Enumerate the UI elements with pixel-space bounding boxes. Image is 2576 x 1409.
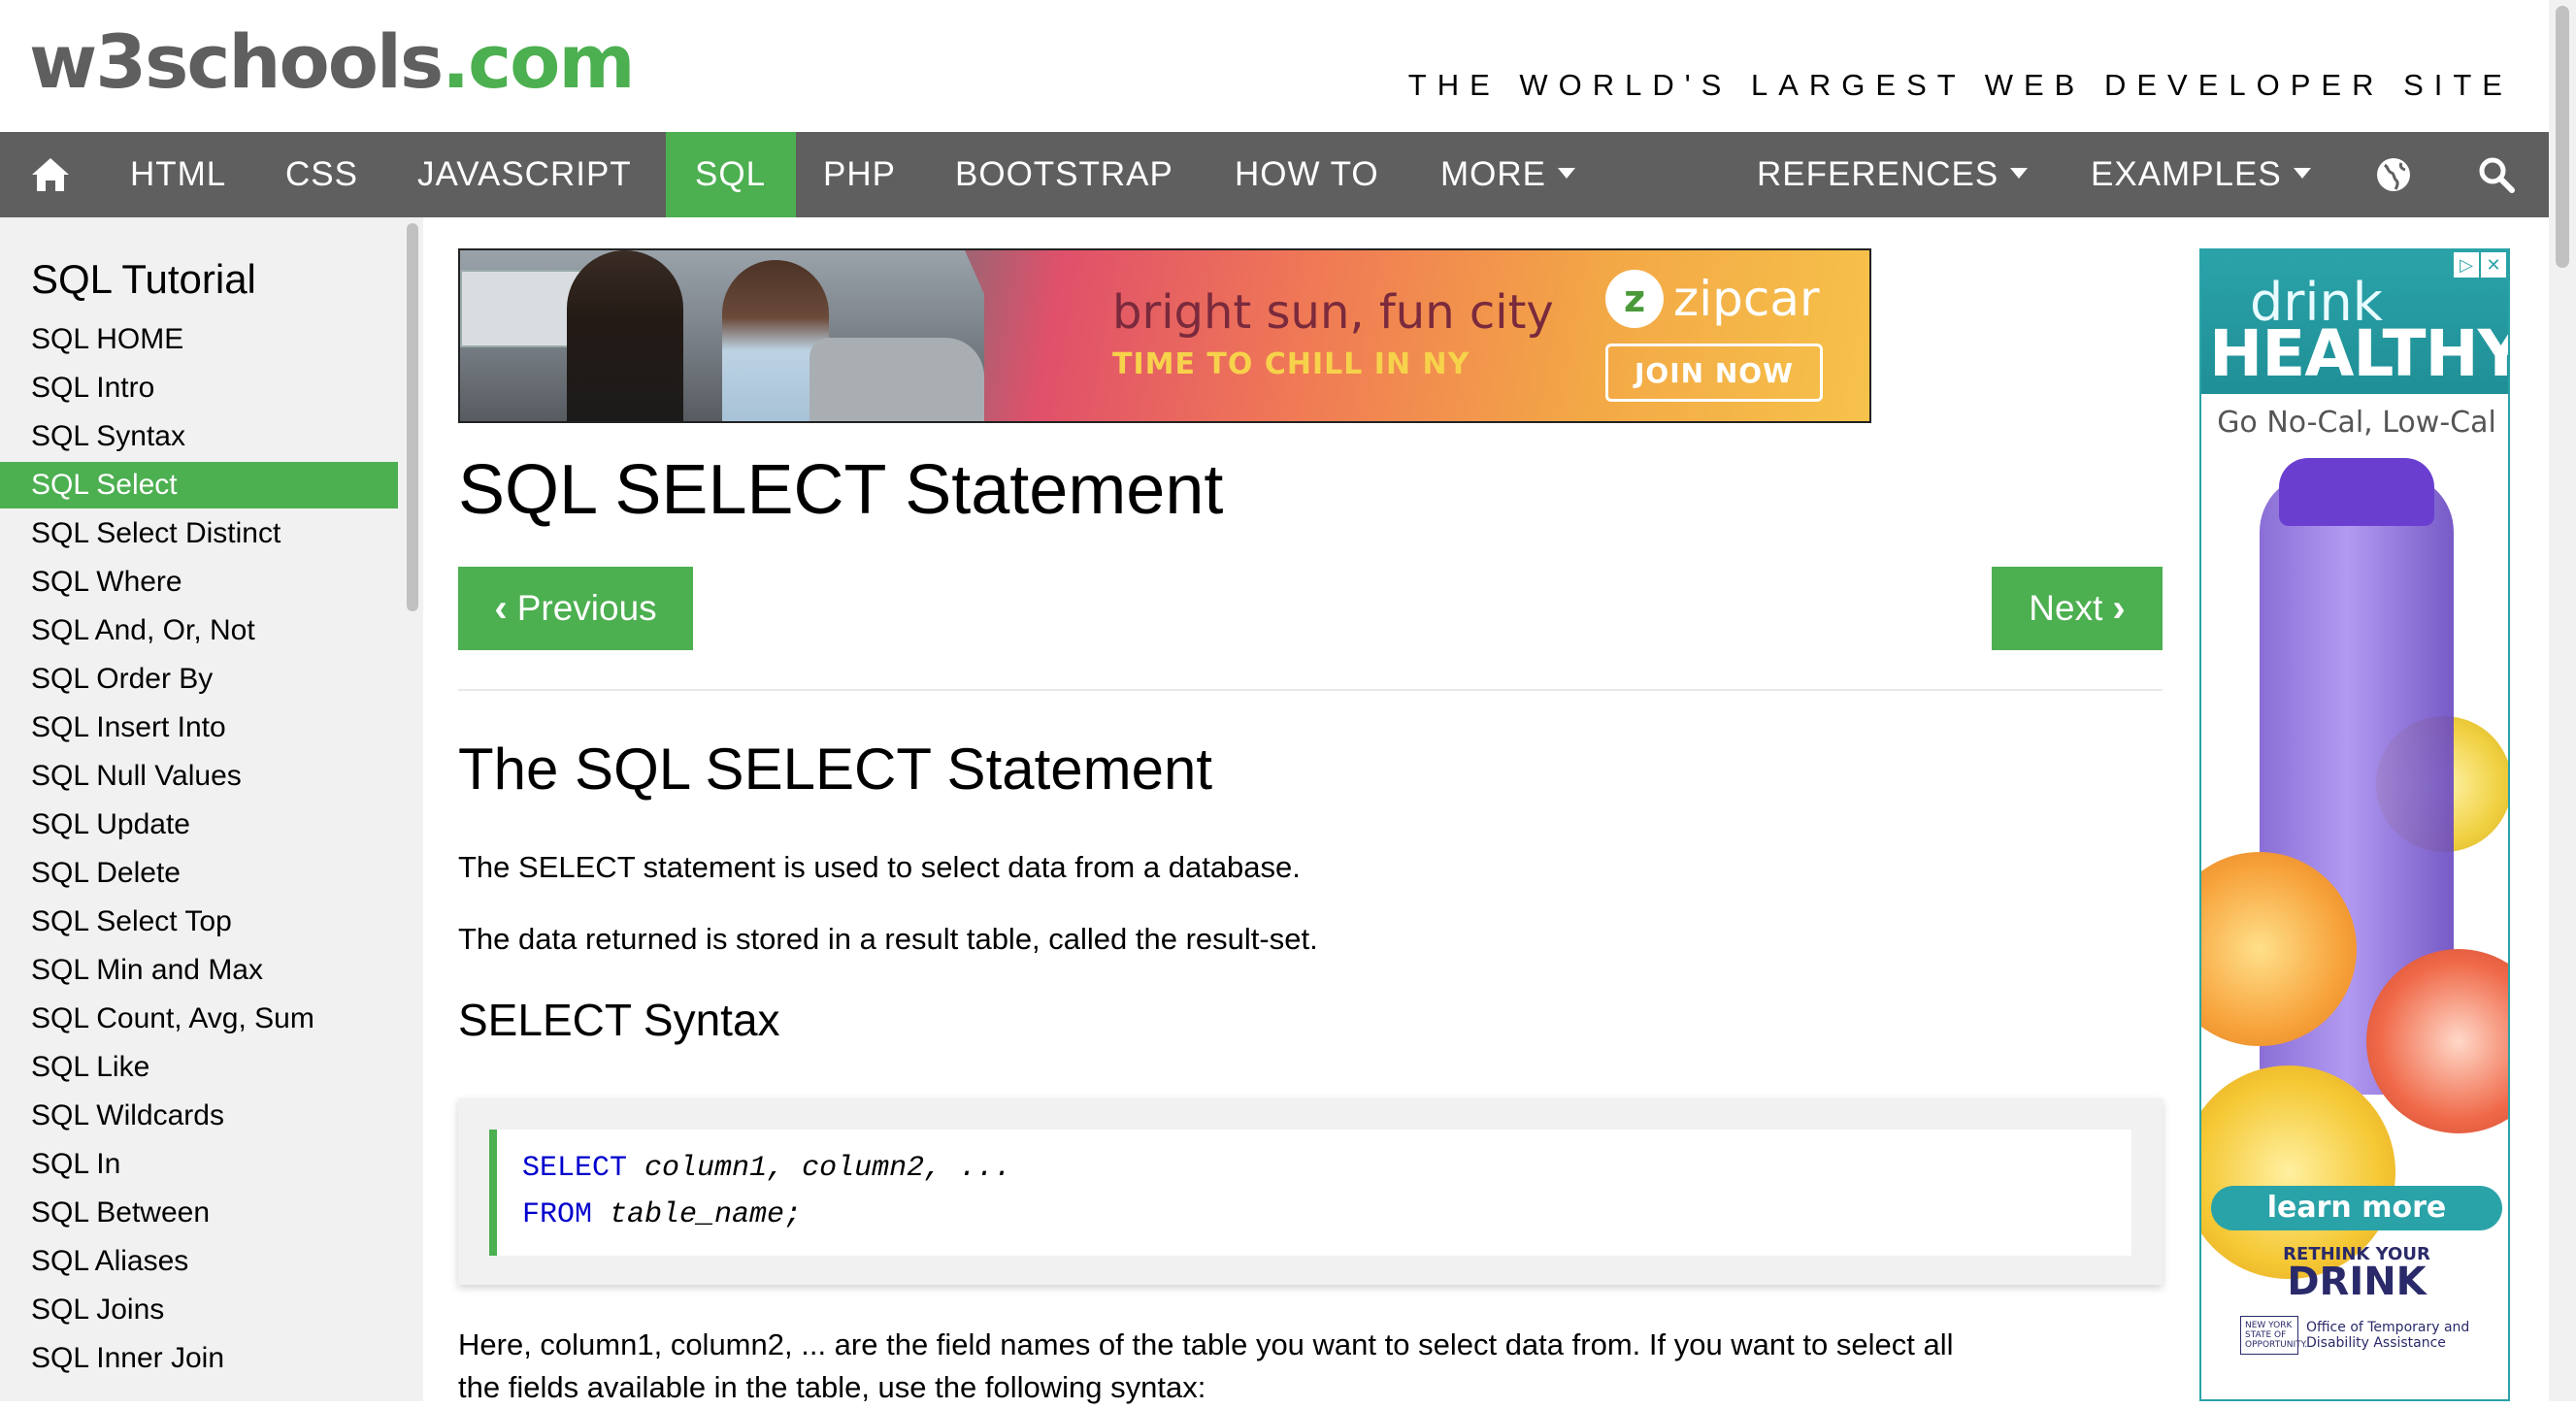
sidebar-item-sql-select-top[interactable]: SQL Select Top bbox=[0, 899, 398, 945]
sidebar-item-sql-syntax[interactable]: SQL Syntax bbox=[0, 413, 398, 460]
ad-side-drink-headline: DRINK bbox=[2287, 1260, 2427, 1304]
adchoices-icon[interactable]: ▷ bbox=[2454, 252, 2479, 278]
nav-references[interactable]: REFERENCES bbox=[1728, 132, 2057, 217]
ad-side-sponsor: NEW YORK STATE OF OPPORTUNITY. Office of… bbox=[2240, 1316, 2493, 1355]
sidebar-item-sql-insert-into[interactable]: SQL Insert Into bbox=[0, 704, 398, 751]
code-keyword: SELECT bbox=[522, 1152, 628, 1185]
page-scrollbar[interactable] bbox=[2549, 0, 2576, 1401]
caret-down-icon bbox=[2010, 168, 2029, 180]
search-icon[interactable] bbox=[2454, 132, 2539, 217]
nav-sql[interactable]: SQL bbox=[666, 132, 796, 217]
sidebar-item-sql-and-or-not[interactable]: SQL And, Or, Not bbox=[0, 607, 398, 654]
nav-more[interactable]: MORE bbox=[1411, 132, 1604, 217]
ad-brand-logo: z zipcar bbox=[1605, 268, 1820, 330]
caret-down-icon bbox=[1558, 168, 1575, 180]
code-block: SELECT column1, column2, ... FROM table_… bbox=[489, 1130, 2131, 1256]
ad-choices[interactable]: ▷ ✕ bbox=[2454, 252, 2506, 278]
code-keyword: FROM bbox=[522, 1198, 593, 1231]
bottle-cap-image bbox=[2279, 458, 2434, 526]
nav-html[interactable]: HTML bbox=[101, 132, 255, 217]
content-divider bbox=[458, 689, 2163, 691]
code-line: SELECT column1, column2, ... bbox=[522, 1145, 2131, 1192]
ad-headline: bright sun, fun city bbox=[1112, 285, 1554, 340]
ad-photo bbox=[460, 250, 984, 421]
sidebar-item-sql-min-and-max[interactable]: SQL Min and Max bbox=[0, 947, 398, 994]
nav-javascript[interactable]: JAVASCRIPT bbox=[388, 132, 661, 217]
sidebar: SQL Tutorial SQL HOME SQL Intro SQL Synt… bbox=[0, 217, 423, 1401]
chevron-left-icon: ‹ bbox=[494, 586, 508, 630]
next-button[interactable]: Next › bbox=[1992, 567, 2163, 650]
nav-how-to[interactable]: HOW TO bbox=[1205, 132, 1408, 217]
previous-button[interactable]: ‹ Previous bbox=[458, 567, 693, 650]
ad-join-now-button[interactable]: JOIN NOW bbox=[1605, 344, 1823, 402]
sidebar-item-sql-like[interactable]: SQL Like bbox=[0, 1044, 398, 1091]
sidebar-scrollbar[interactable] bbox=[402, 217, 423, 1401]
code-example-box: SELECT column1, column2, ... FROM table_… bbox=[458, 1098, 2163, 1285]
explanation-paragraph-line2: the fields available in the table, use t… bbox=[458, 1370, 1206, 1404]
site-logo[interactable]: w3schools.com bbox=[29, 25, 636, 99]
section-title: The SQL SELECT Statement bbox=[458, 737, 1213, 802]
intro-paragraph: The SELECT statement is used to select d… bbox=[458, 850, 1301, 884]
nav-examples[interactable]: EXAMPLES bbox=[2062, 132, 2340, 217]
page-scrollbar-thumb[interactable] bbox=[2556, 6, 2569, 268]
ad-side-office-text: Office of Temporary and Disability Assis… bbox=[2306, 1320, 2470, 1351]
page-title: SQL SELECT Statement bbox=[458, 451, 1224, 529]
sidebar-title: SQL Tutorial bbox=[31, 256, 256, 302]
ad-subline: TIME TO CHILL IN NY bbox=[1112, 347, 1470, 381]
nav-css[interactable]: CSS bbox=[256, 132, 387, 217]
sidebar-item-sql-inner-join[interactable]: SQL Inner Join bbox=[0, 1335, 398, 1382]
home-icon[interactable] bbox=[8, 132, 93, 217]
sidebar-item-sql-delete[interactable]: SQL Delete bbox=[0, 850, 398, 897]
code-text: column1, column2, ... bbox=[644, 1152, 1012, 1185]
caret-down-icon bbox=[2293, 168, 2311, 180]
sidebar-item-sql-order-by[interactable]: SQL Order By bbox=[0, 656, 398, 703]
explanation-paragraph-line1: Here, column1, column2, ... are the fiel… bbox=[458, 1327, 1954, 1361]
site-tagline: THE WORLD'S LARGEST WEB DEVELOPER SITE bbox=[1407, 68, 2513, 102]
sidebar-item-sql-update[interactable]: SQL Update bbox=[0, 802, 398, 848]
chevron-right-icon: › bbox=[2112, 586, 2126, 630]
ad-banner-zipcar[interactable]: bright sun, fun city TIME TO CHILL IN NY… bbox=[458, 248, 1871, 423]
ny-state-logo-icon: NEW YORK STATE OF OPPORTUNITY. bbox=[2240, 1316, 2307, 1355]
sidebar-item-sql-where[interactable]: SQL Where bbox=[0, 559, 398, 606]
ad-brand-name: zipcar bbox=[1673, 271, 1820, 327]
result-set-paragraph: The data returned is stored in a result … bbox=[458, 922, 1318, 956]
close-icon[interactable]: ✕ bbox=[2481, 252, 2506, 278]
main-navbar: HTML CSS JAVASCRIPT SQL PHP BOOTSTRAP HO… bbox=[0, 132, 2549, 217]
sidebar-item-sql-count-avg-sum[interactable]: SQL Count, Avg, Sum bbox=[0, 996, 398, 1042]
sidebar-item-sql-between[interactable]: SQL Between bbox=[0, 1190, 398, 1236]
zipcar-logo-icon: z bbox=[1605, 270, 1664, 328]
sidebar-item-sql-null-values[interactable]: SQL Null Values bbox=[0, 753, 398, 800]
sidebar-item-sql-select-distinct[interactable]: SQL Select Distinct bbox=[0, 510, 398, 557]
sidebar-item-sql-in[interactable]: SQL In bbox=[0, 1141, 398, 1188]
code-line: FROM table_name; bbox=[522, 1192, 2131, 1238]
sidebar-item-sql-joins[interactable]: SQL Joins bbox=[0, 1287, 398, 1333]
sidebar-scrollbar-thumb[interactable] bbox=[407, 223, 418, 611]
ad-photo-person bbox=[567, 250, 683, 421]
ad-side-healthy-text: HEALTHY bbox=[2209, 316, 2510, 391]
ad-side-drink-healthy[interactable]: drink HEALTHY ▷ ✕ Go No-Cal, Low-Cal lea… bbox=[2199, 248, 2510, 1401]
code-text: table_name; bbox=[610, 1198, 803, 1231]
ad-photo-car bbox=[809, 338, 984, 421]
globe-icon[interactable] bbox=[2351, 132, 2436, 217]
syntax-heading: SELECT Syntax bbox=[458, 995, 780, 1045]
top-header: w3schools.com THE WORLD'S LARGEST WEB DE… bbox=[0, 0, 2576, 132]
ad-side-subtitle: Go No-Cal, Low-Cal bbox=[2217, 406, 2496, 440]
nav-php[interactable]: PHP bbox=[794, 132, 925, 217]
sidebar-item-sql-wildcards[interactable]: SQL Wildcards bbox=[0, 1093, 398, 1139]
learn-more-button[interactable]: learn more bbox=[2211, 1186, 2502, 1230]
sidebar-item-sql-home[interactable]: SQL HOME bbox=[0, 316, 398, 363]
nav-bootstrap[interactable]: BOOTSTRAP bbox=[926, 132, 1203, 217]
sidebar-item-sql-select[interactable]: SQL Select bbox=[0, 462, 398, 508]
sidebar-item-sql-aliases[interactable]: SQL Aliases bbox=[0, 1238, 398, 1285]
sidebar-item-sql-intro[interactable]: SQL Intro bbox=[0, 365, 398, 411]
